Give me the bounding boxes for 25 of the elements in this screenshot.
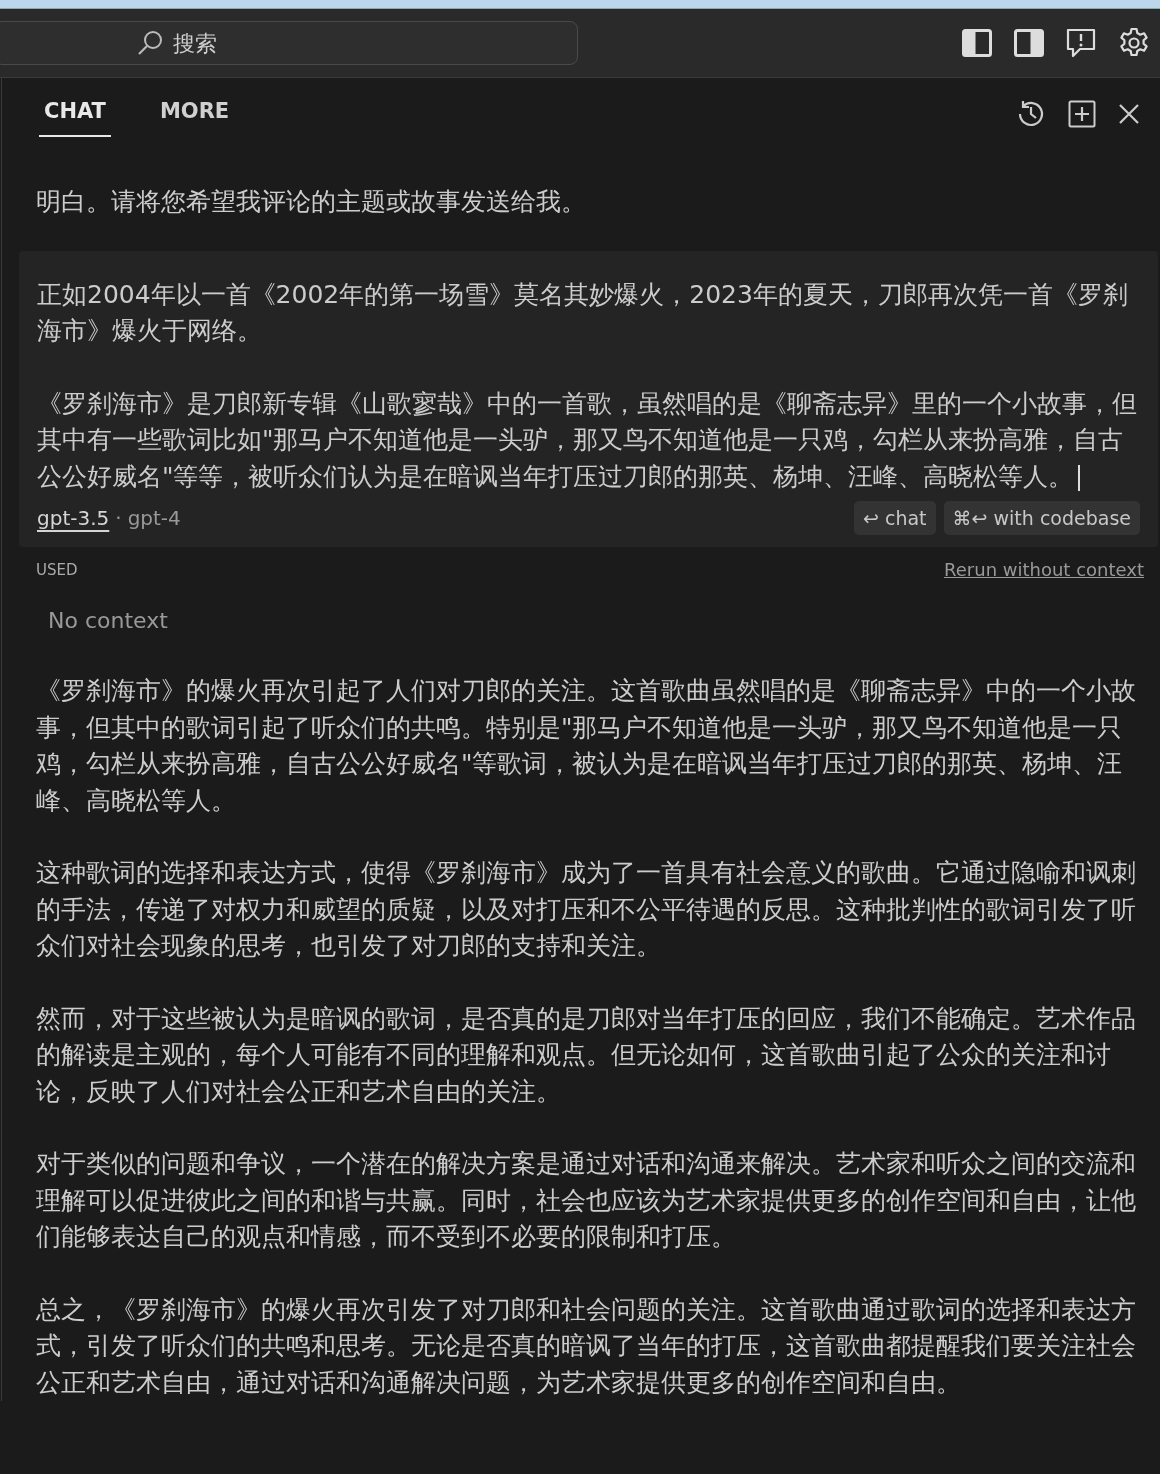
separator: ·: [115, 506, 122, 530]
new-chat-icon[interactable]: [1068, 100, 1096, 128]
model-option[interactable]: gpt-3.5: [37, 506, 110, 530]
response-paragraph: 这种歌词的选择和表达方式，使得《罗刹海市》成为了一首具有社会意义的歌曲。它通过隐喻和讽刺的手法，传递了对权力和威望的质疑，以及对打压和不公平待遇的反思。这种批判性的歌词引发了听众们对社会现象的思考，也引发了对刀郎的支持和关注。: [36, 857, 1137, 962]
close-icon[interactable]: [1118, 103, 1140, 125]
history-icon[interactable]: [1016, 99, 1046, 129]
submit-button[interactable]: ⌘↩ with codebase: [943, 501, 1140, 535]
tab[interactable]: MORE: [154, 99, 235, 137]
tab[interactable]: CHAT: [39, 99, 111, 137]
search-field[interactable]: 搜索: [0, 21, 578, 65]
response-paragraph: 然而，对于这些被认为是暗讽的歌词，是否真的是刀郎对当年打压的回应，我们不能确定。艺术作品的解读是主观的，每个人可能有不同的理解和观点。但无论如何，这首歌曲引起了公众的关注和讨论，反映了人们对社会公正和艺术自由的关注。: [36, 1002, 1137, 1108]
sidebar-right-icon[interactable]: [1014, 29, 1044, 57]
message-text: 明白。请将您希望我评论的主题或故事发送给我。: [36, 186, 587, 218]
model-option[interactable]: gpt-4: [127, 506, 181, 530]
section-label: USED: [36, 560, 78, 579]
settings-icon[interactable]: [1118, 27, 1150, 59]
response-paragraph: 总之，《罗刹海市》的爆火再次引发了对刀郎和社会问题的关注。这首歌曲通过歌词的选择和表达方式，引发了听众们的共鸣和思考。无论是否真的暗讽了当年的打压，这首歌曲都提醒我们要关注社会公正和艺术自由，通过对话和沟通解决问题，为艺术家提供更多的创作空间和自由。: [36, 1293, 1137, 1399]
response-paragraph: 对于类似的问题和争议，一个潜在的解决方案是通过对话和沟通来解决。艺术家和听众之间的交流和理解可以促进彼此之间的和谐与共赢。同时，社会也应该为艺术家提供更多的创作空间和自由，让他们能够表达自己的观点和情感，而不受到不必要的限制和打压。: [36, 1148, 1137, 1253]
submit-button[interactable]: ↩ chat: [854, 501, 936, 535]
rerun-link[interactable]: Rerun without context: [944, 559, 1144, 580]
response-paragraph: 《罗刹海市》的爆火再次引起了人们对刀郎的关注。这首歌曲虽然唱的是《聊斋志异》中的一个小故事，但其中的歌词引起了听众们的共鸣。特别是"那马户不知道他是一头驴，那又鸟不知道他是一只鸡，勾栏从来扮高雅，自古公公好威名"等歌词，被认为是在暗讽当年打压过刀郎的那英、杨坤、汪峰、高晓松等人。: [36, 675, 1137, 817]
context-empty-text: No context: [47, 607, 169, 633]
sidebar-left-icon[interactable]: [962, 29, 992, 57]
message-input[interactable]: 正如2004年以一首《2002年的第一场雪》莫名其妙爆火，2023年的夏天，刀郎再次凭一首《罗刹海市》爆火于网络。 《罗刹海市》是刀郎新专辑《山歌寥哉》中的一首歌，虽然唱的是《聊斋志异》里的一个小故事，但其中有一些歌词比如"那马户不知道他是一头驴，那又鸟不知道他是一只鸡，勾栏从来扮高雅，自古公公好威名"等等，被听众们认为是在暗讽当年打压过刀郎的那英、杨坤、汪峰、高晓松等人。 gpt-3.5 · gpt-4 ↩ chat ⌘↩ with codebase: [19, 250, 1158, 547]
feedback-icon[interactable]: [1066, 28, 1096, 58]
